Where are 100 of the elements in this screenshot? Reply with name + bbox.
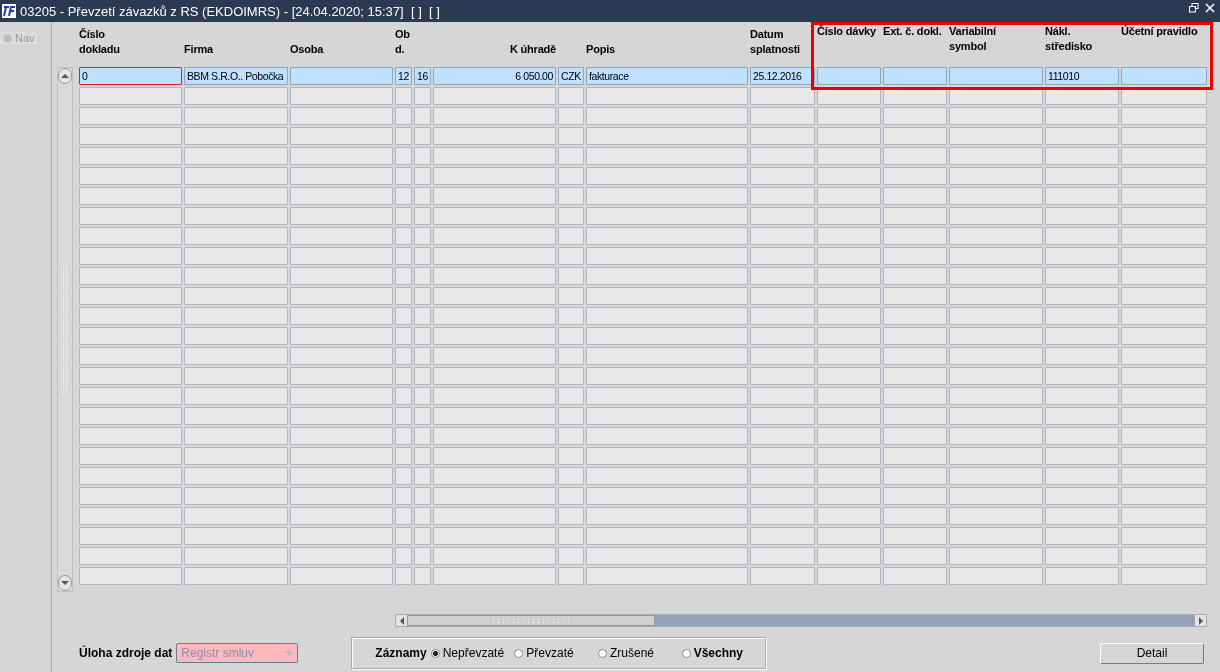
table-cell[interactable] <box>1045 247 1119 265</box>
table-cell[interactable] <box>558 487 584 505</box>
table-cell[interactable] <box>414 107 431 125</box>
table-cell[interactable] <box>79 107 182 125</box>
table-cell[interactable] <box>817 427 881 445</box>
table-cell[interactable] <box>1045 367 1119 385</box>
table-cell[interactable] <box>433 167 556 185</box>
table-cell[interactable] <box>883 547 947 565</box>
table-cell[interactable] <box>949 147 1043 165</box>
table-cell[interactable] <box>1045 567 1119 585</box>
table-cell[interactable] <box>883 427 947 445</box>
table-cell[interactable] <box>586 387 748 405</box>
table-cell[interactable] <box>79 267 182 285</box>
table-cell[interactable] <box>883 327 947 345</box>
table-cell[interactable] <box>949 227 1043 245</box>
table-cell[interactable] <box>79 187 182 205</box>
table-cell[interactable] <box>1045 407 1119 425</box>
table-cell[interactable] <box>750 567 815 585</box>
table-cell[interactable] <box>1045 427 1119 445</box>
table-cell[interactable] <box>750 367 815 385</box>
table-cell[interactable] <box>433 367 556 385</box>
table-cell[interactable] <box>79 307 182 325</box>
table-cell[interactable] <box>883 287 947 305</box>
table-cell[interactable] <box>949 547 1043 565</box>
table-cell[interactable] <box>586 527 748 545</box>
table-cell[interactable] <box>817 507 881 525</box>
horizontal-scrollbar[interactable] <box>395 614 1207 627</box>
table-cell[interactable] <box>184 467 288 485</box>
table-cell[interactable] <box>1121 227 1207 245</box>
table-cell[interactable] <box>750 487 815 505</box>
table-cell[interactable] <box>1045 287 1119 305</box>
table-cell[interactable] <box>1121 267 1207 285</box>
table-cell[interactable] <box>79 287 182 305</box>
table-cell[interactable] <box>949 387 1043 405</box>
table-cell[interactable] <box>79 147 182 165</box>
table-cell[interactable] <box>433 207 556 225</box>
table-cell[interactable] <box>750 307 815 325</box>
table-cell[interactable] <box>79 367 182 385</box>
table-cell[interactable] <box>290 247 393 265</box>
table-cell[interactable] <box>558 147 584 165</box>
table-cell[interactable] <box>586 487 748 505</box>
table-cell[interactable] <box>433 527 556 545</box>
table-cell[interactable] <box>883 507 947 525</box>
table-cell[interactable] <box>395 547 412 565</box>
table-cell[interactable] <box>290 267 393 285</box>
table-cell[interactable] <box>817 307 881 325</box>
table-cell[interactable] <box>558 427 584 445</box>
table-cell[interactable] <box>395 307 412 325</box>
table-cell[interactable] <box>558 567 584 585</box>
table-cell[interactable] <box>586 427 748 445</box>
table-cell[interactable] <box>414 447 431 465</box>
table-cell[interactable] <box>817 127 881 145</box>
table-cell[interactable] <box>184 107 288 125</box>
table-cell[interactable] <box>750 147 815 165</box>
table-cell[interactable] <box>433 147 556 165</box>
table-cell[interactable] <box>949 247 1043 265</box>
table-cell[interactable] <box>79 467 182 485</box>
table-cell[interactable] <box>414 507 431 525</box>
table-cell[interactable] <box>414 427 431 445</box>
table-cell[interactable] <box>290 547 393 565</box>
table-cell[interactable] <box>395 387 412 405</box>
table-cell[interactable] <box>395 467 412 485</box>
table-cell[interactable] <box>414 367 431 385</box>
table-cell[interactable] <box>414 327 431 345</box>
table-cell[interactable] <box>79 567 182 585</box>
table-cell[interactable] <box>290 427 393 445</box>
table-cell[interactable] <box>414 287 431 305</box>
table-cell[interactable] <box>883 527 947 545</box>
table-cell[interactable] <box>414 187 431 205</box>
table-cell[interactable] <box>558 467 584 485</box>
table-cell[interactable] <box>79 207 182 225</box>
table-cell[interactable] <box>750 447 815 465</box>
table-cell[interactable] <box>290 87 393 105</box>
table-cell[interactable] <box>558 387 584 405</box>
table-cell[interactable] <box>883 147 947 165</box>
table-cell[interactable] <box>1121 167 1207 185</box>
table-cell[interactable] <box>395 347 412 365</box>
table-cell[interactable] <box>184 447 288 465</box>
table-cell[interactable] <box>1045 307 1119 325</box>
table-cell[interactable] <box>184 207 288 225</box>
table-cell[interactable] <box>558 527 584 545</box>
table-cell[interactable]: CZK <box>558 67 584 85</box>
table-cell[interactable] <box>883 267 947 285</box>
table-cell[interactable] <box>414 167 431 185</box>
table-cell[interactable] <box>949 167 1043 185</box>
table-cell[interactable] <box>395 87 412 105</box>
table-cell[interactable] <box>79 507 182 525</box>
table-cell[interactable] <box>949 347 1043 365</box>
scroll-thumb[interactable] <box>407 615 655 626</box>
table-cell[interactable] <box>1045 327 1119 345</box>
table-cell[interactable] <box>290 327 393 345</box>
table-cell[interactable] <box>883 467 947 485</box>
table-cell[interactable] <box>433 387 556 405</box>
table-cell[interactable] <box>290 207 393 225</box>
table-cell[interactable] <box>79 167 182 185</box>
table-cell[interactable] <box>883 187 947 205</box>
table-cell[interactable] <box>433 427 556 445</box>
records-radio[interactable]: Zrušené <box>598 646 682 660</box>
table-cell[interactable] <box>395 107 412 125</box>
table-cell[interactable] <box>414 87 431 105</box>
